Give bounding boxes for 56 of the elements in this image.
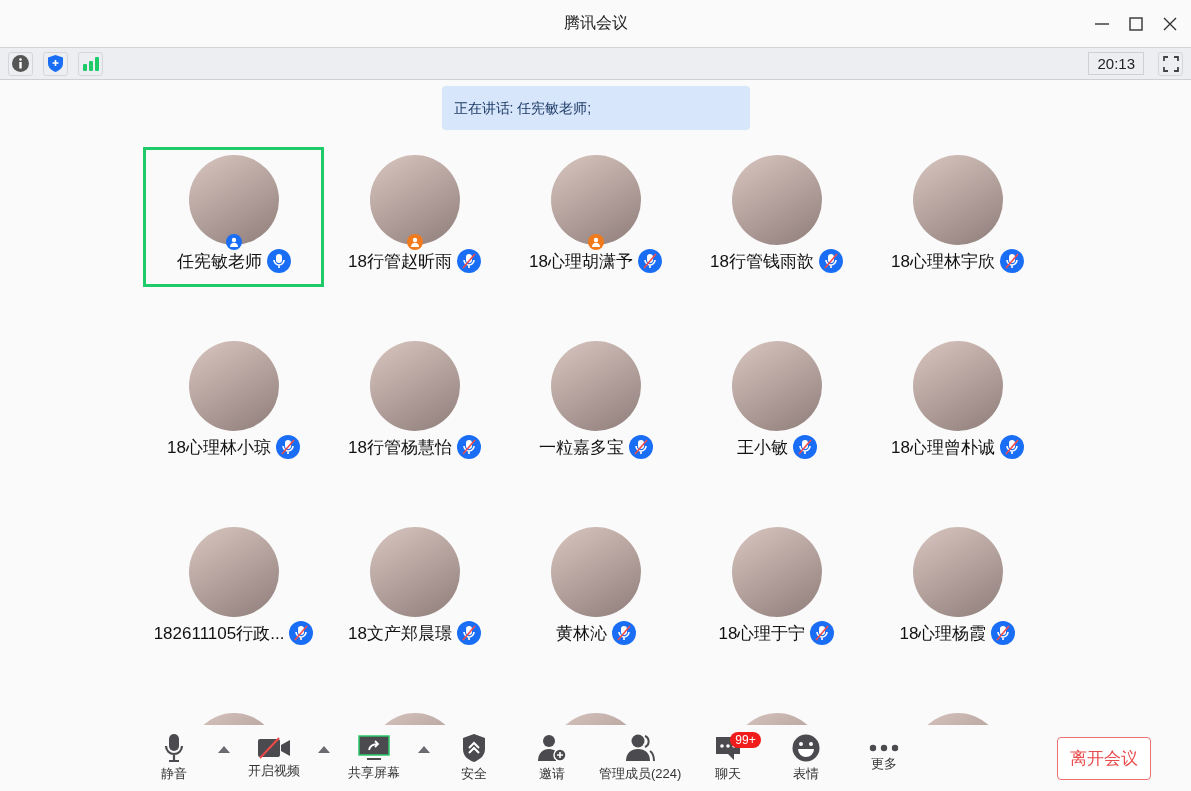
participant-tile[interactable]: 182611105行政... [143, 519, 324, 659]
participant-tile[interactable]: 18心理杨霞 [867, 519, 1048, 659]
window-title: 腾讯会议 [563, 13, 628, 33]
shield-icon [462, 733, 486, 762]
participant-name: 18心理林小琼 [167, 436, 271, 459]
more-dots-icon [869, 743, 900, 752]
unread-badge: 99+ [730, 732, 761, 748]
participant-name: 18文产郑晨璟 [348, 622, 452, 645]
participant-name: 黄林沁 [555, 622, 607, 645]
participant-tile[interactable]: 18心理胡潇予 [505, 147, 686, 287]
participant-tile[interactable]: 任宪敏老师 [143, 147, 324, 287]
people-icon [625, 733, 656, 762]
participant-name: 18行管杨慧怡 [348, 436, 452, 459]
participant-name: 18心理林宇欣 [891, 250, 995, 273]
more-button[interactable]: 更多 [849, 728, 920, 788]
participant-name: 18行管钱雨歆 [710, 250, 814, 273]
members-button[interactable]: 管理成员(224) [595, 728, 686, 788]
share-button[interactable]: 共享屏幕 [339, 728, 409, 788]
meeting-time: 20:13 [1088, 52, 1144, 75]
leave-meeting-button[interactable]: 离开会议 [1057, 736, 1151, 780]
smiley-icon [792, 733, 821, 762]
participant-tile[interactable]: 18文产郑晨璟 [324, 519, 505, 659]
participant-tile[interactable]: 黄林沁 [505, 519, 686, 659]
mic-button[interactable]: 静音 [139, 728, 209, 788]
security-button[interactable]: 安全 [439, 728, 509, 788]
participant-tile[interactable]: 一粒嘉多宝 [505, 333, 686, 473]
participant-name: 18心理胡潇予 [529, 250, 633, 273]
participant-name: 任宪敏老师 [176, 250, 262, 273]
video-button[interactable]: 开启视频 [239, 728, 309, 788]
participant-name: 18行管赵昕雨 [348, 250, 452, 273]
participant-tile[interactable]: 18心理林小琼 [143, 333, 324, 473]
security-shield-button[interactable] [43, 51, 68, 76]
speaking-banner: 正在讲话: 任宪敏老师; [441, 86, 750, 130]
share-screen-icon [358, 734, 390, 761]
participant-name: 一粒嘉多宝 [538, 436, 624, 459]
participant-name: 王小敏 [736, 436, 788, 459]
add-person-icon [537, 733, 567, 762]
maximize-icon [1129, 17, 1143, 31]
participant-tile[interactable]: 18行管赵昕雨 [324, 147, 505, 287]
participant-tile[interactable]: 王小敏 [686, 333, 867, 473]
participant-name: 18心理杨霞 [899, 622, 987, 645]
microphone-icon [164, 733, 184, 762]
emoji-button[interactable]: 表情 [771, 728, 842, 788]
participant-tile[interactable]: 18行管钱雨歆 [686, 147, 867, 287]
participant-tile[interactable]: 18行管杨慧怡 [324, 333, 505, 473]
participant-tile[interactable]: 18心理林宇欣 [867, 147, 1048, 287]
invite-button[interactable]: 邀请 [517, 728, 587, 788]
chat-button[interactable]: 聊天 99+ [693, 728, 764, 788]
participant-tile[interactable]: 18心理于宁 [686, 519, 867, 659]
participant-name: 18心理于宁 [718, 622, 806, 645]
info-button[interactable] [8, 51, 33, 76]
participant-tile[interactable]: 18心理曾朴诚 [867, 333, 1048, 473]
fullscreen-button[interactable] [1158, 51, 1183, 76]
close-icon [1163, 17, 1177, 31]
participant-name: 18心理曾朴诚 [891, 436, 995, 459]
participant-name: 182611105行政... [153, 622, 285, 645]
